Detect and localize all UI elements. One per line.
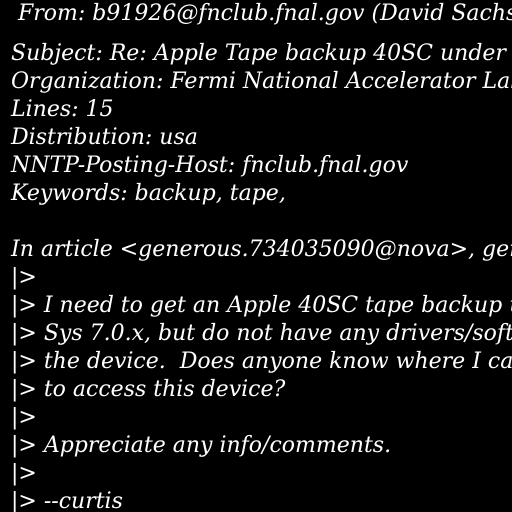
header-organization: Organization: Fermi National Accelerator…	[11, 69, 512, 94]
attribution-line: In article <generous.734035090@nova>, ge…	[11, 237, 512, 262]
header-distribution: Distribution: usa	[11, 125, 198, 150]
message-view: From: b91926@fnclub.fnal.gov (David Sach…	[0, 0, 512, 512]
header-nntp-posting-host: NNTP-Posting-Host: fnclub.fnal.gov	[11, 153, 409, 178]
quoted-line: |> to access this device?	[11, 377, 286, 402]
header-lines: Lines: 15	[11, 97, 114, 122]
quoted-line: |> --curtis	[11, 489, 123, 512]
quoted-line: |>	[11, 265, 37, 290]
quoted-line: |>	[11, 405, 37, 430]
quoted-line: |> the device. Does anyone know where I …	[11, 349, 512, 374]
quoted-line: |>	[11, 461, 37, 486]
header-keywords: Keywords: backup, tape,	[11, 181, 286, 206]
quoted-line: |> I need to get an Apple 40SC tape back…	[11, 293, 512, 318]
quoted-line: |> Appreciate any info/comments.	[11, 433, 392, 458]
quoted-line: |> Sys 7.0.x, but do not have any driver…	[11, 321, 512, 346]
header-from: From: b91926@fnclub.fnal.gov (David Sach…	[18, 1, 512, 26]
header-subject: Subject: Re: Apple Tape backup 40SC unde…	[11, 41, 512, 66]
